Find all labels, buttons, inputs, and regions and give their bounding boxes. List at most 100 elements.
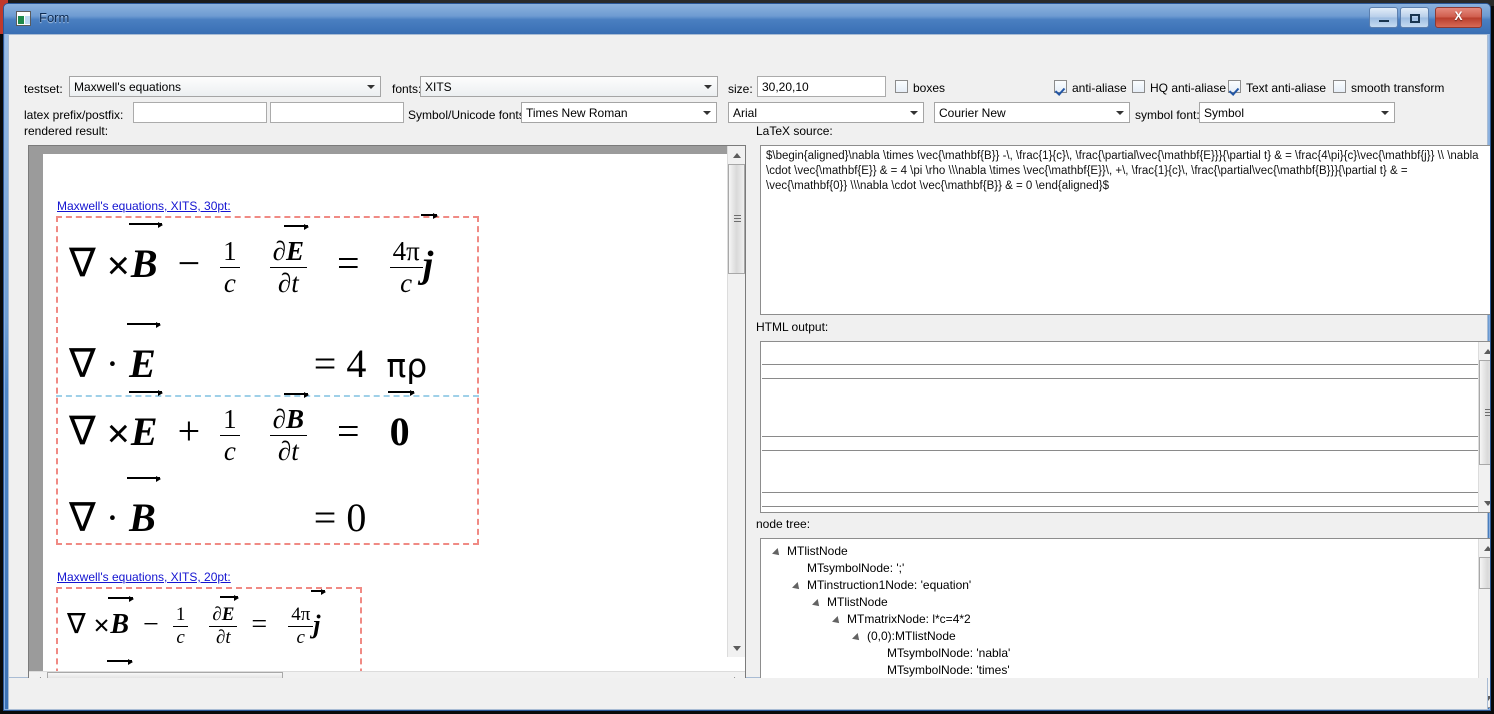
smooth-transform-checkbox[interactable] [1333,80,1346,93]
symbol-font-label: symbol font: [1135,108,1200,122]
caption-20pt: Maxwell's equations, XITS, 20pt: [57,570,231,584]
close-button[interactable]: X [1435,7,1482,28]
smooth-transform-label: smooth transform [1351,81,1445,95]
html-output-rule [762,378,1478,379]
unicode-font2-value: Arial [733,106,758,120]
node-tree-label: node tree: [756,517,811,531]
chevron-down-icon [703,110,711,115]
equation-row-1: ∇ ✕B − 1c ∂E ∂t = 4π c j [69,212,438,299]
render-canvas-backing: Maxwell's equations, XITS, 30pt: ∇ ✕B − … [29,146,732,676]
form-icon [16,11,31,26]
rendered-result-label: rendered result: [24,124,109,138]
hq-anti-aliase-checkbox[interactable] [1132,80,1145,93]
symbol-unicode-font-combo[interactable]: Times New Roman [521,102,717,123]
scroll-up-icon[interactable] [1479,342,1490,359]
tree-item[interactable]: MTsymbolNode: 'times' [887,663,1010,677]
chevron-down-icon [910,110,918,115]
anti-aliase-label: anti-aliase [1072,81,1127,95]
html-output-label: HTML output: [756,320,829,334]
html-output-rule [762,506,1478,507]
minimize-button[interactable] [1369,7,1398,28]
caption-30pt: Maxwell's equations, XITS, 30pt: [57,199,231,213]
fonts-combo[interactable]: XITS [420,76,718,97]
html-output-rule [762,492,1478,493]
scroll-down-icon[interactable] [1479,495,1490,512]
testset-label: testset: [24,82,63,96]
rendered-result-panel[interactable]: Maxwell's equations, XITS, 30pt: ∇ ✕B − … [28,145,746,690]
size-input[interactable]: 30,20,10 [757,76,886,97]
scroll-down-icon[interactable] [728,640,745,657]
status-strip [8,678,1488,710]
render-vscrollbar[interactable] [727,146,745,657]
html-output-view[interactable] [760,341,1490,513]
tree-expander-icon[interactable] [812,599,822,609]
tree-item[interactable]: MTlistNode [787,544,848,558]
html-output-rule [762,450,1478,451]
latex-source-text: $\begin{aligned}\nabla \times \vec{\math… [766,150,1479,192]
latex-source-textarea[interactable]: $\begin{aligned}\nabla \times \vec{\math… [760,145,1490,315]
client-area: testset: Maxwell's equations fonts: XITS… [8,34,1490,708]
form-window: Form X testset: Maxwell's equations font… [3,3,1491,711]
scroll-up-icon[interactable] [728,146,745,163]
symbol-font-value: Symbol [1204,106,1245,120]
tree-item[interactable]: MTinstruction1Node: 'equation' [807,578,971,592]
tree-item[interactable]: (0,0):MTlistNode [867,629,956,643]
unicode-font2-combo[interactable]: Arial [728,102,924,123]
size-value: 30,20,10 [762,80,809,94]
unicode-font3-combo[interactable]: Courier New [934,102,1130,123]
maximize-button[interactable] [1400,7,1429,28]
size-label: size: [728,82,753,96]
window-titlebar[interactable]: Form X [4,4,1490,34]
equation-row-1-small: ∇ ✕B − 1c ∂E ∂t = 4π c j [67,589,326,649]
html-output-rule [762,364,1478,365]
node-tree-vscroll-thumb[interactable] [1479,557,1490,589]
hq-anti-aliase-label: HQ anti-aliase [1150,81,1227,95]
render-vscroll-thumb[interactable] [728,164,745,274]
latex-source-label: LaTeX source: [756,124,833,138]
tree-item[interactable]: MTlistNode [827,595,888,609]
anti-aliase-checkbox[interactable] [1054,80,1067,93]
fonts-label: fonts: [392,82,422,96]
equation-row-4: ∇ · B = 0 [69,476,366,541]
equation-split-line [56,395,479,397]
minimize-icon [1378,20,1389,22]
boxes-checkbox[interactable] [895,80,908,93]
tree-expander-icon[interactable] [792,582,802,592]
testset-combo[interactable]: Maxwell's equations [69,76,381,97]
chevron-down-icon [1381,110,1389,115]
boxes-label: boxes [913,81,946,95]
unicode-font3-value: Courier New [939,106,1006,120]
render-canvas: Maxwell's equations, XITS, 30pt: ∇ ✕B − … [43,154,732,676]
titlebar-gradient [4,4,1490,34]
symbol-unicode-font-value: Times New Roman [526,106,628,120]
testset-value: Maxwell's equations [74,80,182,94]
chevron-down-icon [1116,110,1124,115]
latex-postfix-input[interactable] [270,102,404,123]
latex-prefix-label: latex prefix/postfix: [24,108,124,122]
maximize-icon [1409,14,1420,23]
tree-expander-icon[interactable] [852,633,862,643]
chevron-down-icon [704,84,712,89]
fonts-value: XITS [425,80,452,94]
scroll-grip [1484,408,1490,417]
text-anti-aliase-label: Text anti-aliase [1246,81,1327,95]
equation-row-3: ∇ ✕E + 1c ∂B ∂t = 0 [69,389,415,467]
window-title: Form [39,10,70,25]
html-output-vscrollbar[interactable] [1478,342,1490,512]
tree-item[interactable]: MTsymbolNode: 'nabla' [887,646,1010,660]
html-output-vscroll-thumb[interactable] [1479,360,1490,465]
text-anti-aliase-checkbox[interactable] [1228,80,1241,93]
chevron-down-icon [367,84,375,89]
symbol-unicode-fonts-label: Symbol/Unicode fonts: [408,108,529,122]
html-output-rule [762,436,1478,437]
tree-item[interactable]: MTmatrixNode: l*c=4*2 [847,612,971,626]
latex-prefix-input[interactable] [133,102,267,123]
symbol-font-combo[interactable]: Symbol [1199,102,1395,123]
scroll-grip [733,215,741,223]
tree-expander-icon[interactable] [772,548,782,558]
equation-row-2: ∇ · E = 4 πρ [69,322,427,387]
close-icon: X [1454,9,1463,23]
scroll-up-icon[interactable] [1479,539,1490,556]
tree-expander-icon[interactable] [832,616,842,626]
tree-item[interactable]: MTsymbolNode: ';' [807,561,904,575]
